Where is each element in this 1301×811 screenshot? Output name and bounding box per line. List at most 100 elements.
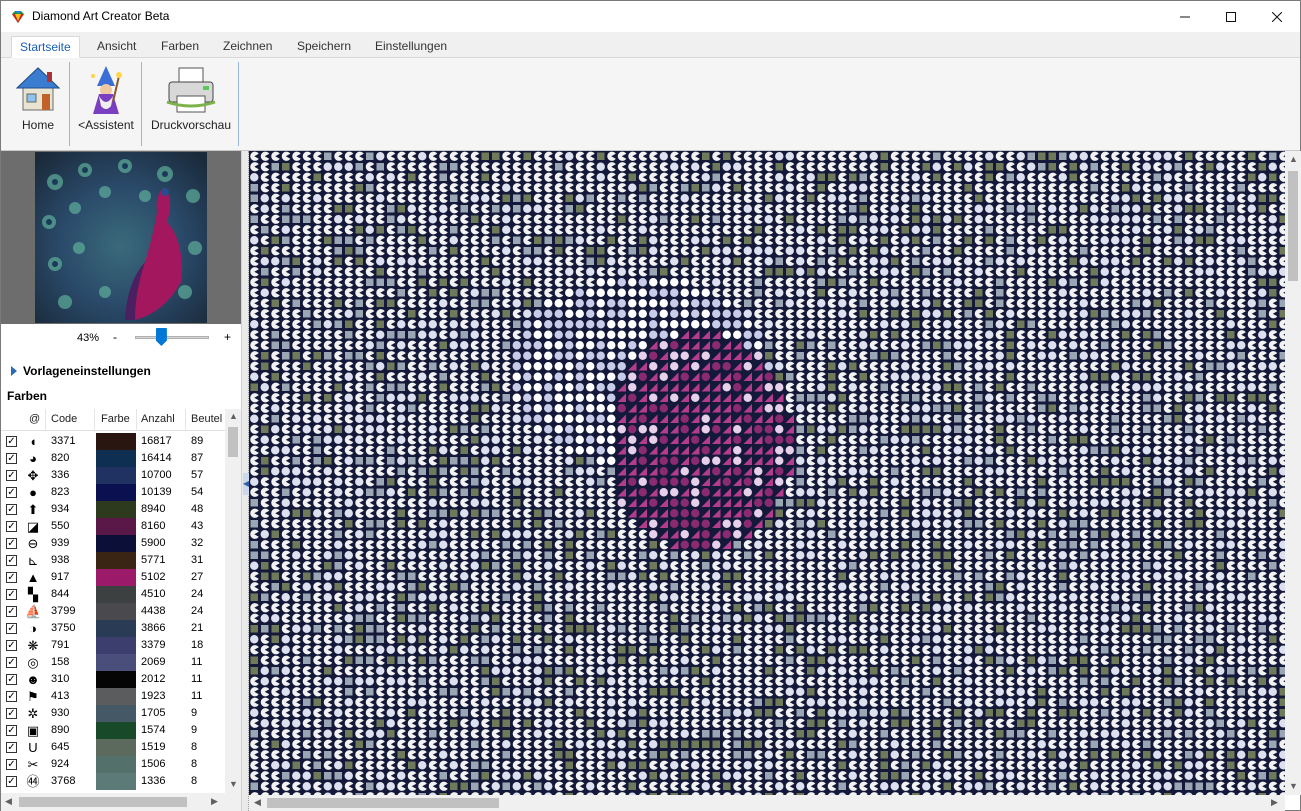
minimize-button[interactable] xyxy=(1162,1,1208,32)
row-checkbox[interactable]: ✓ xyxy=(6,640,17,651)
table-horizontal-scrollbar[interactable]: ◀ ▶ xyxy=(1,793,241,811)
col-code[interactable]: Code xyxy=(51,413,77,425)
panel-splitter[interactable]: ◀ xyxy=(241,151,249,811)
row-checkbox[interactable]: ✓ xyxy=(6,776,17,787)
row-checkbox[interactable]: ✓ xyxy=(6,759,17,770)
print-preview-button[interactable]: Druckvorschau xyxy=(147,62,235,148)
table-row[interactable]: ✓ ⊖ 939 5900 32 xyxy=(1,535,225,552)
table-row[interactable]: ✓ ⬆ 934 8940 48 xyxy=(1,501,225,518)
row-checkbox[interactable]: ✓ xyxy=(6,708,17,719)
ribbon-separator xyxy=(69,62,70,146)
diamond-pattern-grid[interactable] xyxy=(249,151,1285,795)
maximize-button[interactable] xyxy=(1208,1,1254,32)
table-row[interactable]: ✓ ◎ 158 2069 11 xyxy=(1,654,225,671)
row-color-swatch xyxy=(96,705,136,722)
vorlageneinstellungen-toggle[interactable]: Vorlageneinstellungen xyxy=(11,364,151,378)
table-row[interactable]: ✓ ✲ 930 1705 9 xyxy=(1,705,225,722)
row-checkbox[interactable]: ✓ xyxy=(6,538,17,549)
scroll-left-arrow-icon[interactable]: ◀ xyxy=(5,796,12,807)
row-code: 820 xyxy=(51,452,70,464)
table-header: @ Code Farbe Anzahl Beutel xyxy=(1,409,225,431)
table-row[interactable]: ✓ ㊹ 3768 1336 8 xyxy=(1,773,225,790)
table-row[interactable]: ✓ U 645 1519 8 xyxy=(1,739,225,756)
zoom-control: 43% - + xyxy=(1,327,241,349)
zoom-in-button[interactable]: + xyxy=(224,330,231,344)
scroll-up-arrow-icon[interactable]: ▲ xyxy=(1289,154,1298,164)
row-color-swatch xyxy=(96,637,136,654)
pattern-canvas[interactable] xyxy=(249,151,1285,795)
zoom-out-button[interactable]: - xyxy=(113,330,117,344)
row-checkbox[interactable]: ✓ xyxy=(6,742,17,753)
table-row[interactable]: ✓ ● 823 10139 54 xyxy=(1,484,225,501)
row-symbol: ◕ xyxy=(29,451,37,466)
row-bags: 89 xyxy=(191,435,204,447)
row-count: 2012 xyxy=(141,673,166,685)
table-row[interactable]: ✓ ☻ 310 2012 11 xyxy=(1,671,225,688)
row-checkbox[interactable]: ✓ xyxy=(6,521,17,532)
assistant-button[interactable]: <Assistent xyxy=(75,62,137,148)
home-button[interactable]: Home xyxy=(9,62,67,148)
left-panel: 43% - + Vorlageneinstellungen Farben @ C… xyxy=(1,151,241,811)
scroll-down-arrow-icon[interactable]: ▼ xyxy=(1289,781,1298,791)
col-color[interactable]: Farbe xyxy=(101,413,130,425)
scrollbar-thumb[interactable] xyxy=(19,797,187,807)
table-row[interactable]: ✓ ◪ 550 8160 43 xyxy=(1,518,225,535)
row-checkbox[interactable]: ✓ xyxy=(6,436,17,447)
row-checkbox[interactable]: ✓ xyxy=(6,691,17,702)
row-code: 310 xyxy=(51,673,70,685)
canvas-horizontal-scrollbar[interactable]: ◀ ▶ xyxy=(249,795,1285,811)
col-symbol[interactable]: @ xyxy=(29,413,40,425)
table-row[interactable]: ✓ ◕ 820 16414 87 xyxy=(1,450,225,467)
row-checkbox[interactable]: ✓ xyxy=(6,572,17,583)
scrollbar-thumb[interactable] xyxy=(228,427,238,457)
table-row[interactable]: ✓ ▲ 917 5102 27 xyxy=(1,569,225,586)
table-row[interactable]: ✓ ◑ 3750 3866 21 xyxy=(1,620,225,637)
row-bags: 48 xyxy=(191,503,204,515)
table-row[interactable]: ✓ ❋ 791 3379 18 xyxy=(1,637,225,654)
zoom-slider-thumb[interactable] xyxy=(155,328,167,346)
row-checkbox[interactable]: ✓ xyxy=(6,657,17,668)
tab-startseite[interactable]: Startseite xyxy=(11,36,80,58)
zoom-percent: 43% xyxy=(77,332,100,344)
row-count: 1705 xyxy=(141,707,166,719)
row-checkbox[interactable]: ✓ xyxy=(6,453,17,464)
row-checkbox[interactable]: ✓ xyxy=(6,470,17,481)
scroll-right-arrow-icon[interactable]: ▶ xyxy=(211,796,218,807)
table-vertical-scrollbar[interactable]: ▲ ▼ xyxy=(225,409,241,793)
row-bags: 57 xyxy=(191,469,204,481)
table-row[interactable]: ✓ ⛵ 3799 4438 24 xyxy=(1,603,225,620)
close-button[interactable] xyxy=(1254,1,1300,32)
scroll-down-arrow-icon[interactable]: ▼ xyxy=(229,779,238,789)
row-checkbox[interactable]: ✓ xyxy=(6,725,17,736)
scrollbar-thumb[interactable] xyxy=(1288,171,1298,281)
row-checkbox[interactable]: ✓ xyxy=(6,504,17,515)
row-checkbox[interactable]: ✓ xyxy=(6,623,17,634)
tab-zeichnen[interactable]: Zeichnen xyxy=(215,36,280,58)
row-checkbox[interactable]: ✓ xyxy=(6,606,17,617)
tab-speichern[interactable]: Speichern xyxy=(289,36,359,58)
scrollbar-thumb[interactable] xyxy=(267,798,499,808)
row-code: 924 xyxy=(51,758,70,770)
table-row[interactable]: ✓ ✂ 924 1506 8 xyxy=(1,756,225,773)
table-row[interactable]: ✓ ⚑ 413 1923 11 xyxy=(1,688,225,705)
row-checkbox[interactable]: ✓ xyxy=(6,674,17,685)
table-row[interactable]: ✓ ⊾ 938 5771 31 xyxy=(1,552,225,569)
col-count[interactable]: Anzahl xyxy=(141,413,175,425)
col-bags[interactable]: Beutel xyxy=(191,413,222,425)
row-checkbox[interactable]: ✓ xyxy=(6,555,17,566)
table-row[interactable]: ✓ ◖ 3371 16817 89 xyxy=(1,433,225,450)
scroll-right-arrow-icon[interactable]: ▶ xyxy=(1271,797,1278,808)
tab-einstellungen[interactable]: Einstellungen xyxy=(367,36,455,58)
row-checkbox[interactable]: ✓ xyxy=(6,487,17,498)
row-checkbox[interactable]: ✓ xyxy=(6,589,17,600)
canvas-vertical-scrollbar[interactable]: ▲ ▼ xyxy=(1285,151,1301,795)
scroll-left-arrow-icon[interactable]: ◀ xyxy=(254,797,261,808)
table-row[interactable]: ✓ ▣ 890 1574 9 xyxy=(1,722,225,739)
row-color-swatch xyxy=(96,773,136,790)
scroll-up-arrow-icon[interactable]: ▲ xyxy=(229,411,238,421)
table-row[interactable]: ✓ ✥ 336 10700 57 xyxy=(1,467,225,484)
zoom-slider[interactable] xyxy=(135,336,209,339)
tab-farben[interactable]: Farben xyxy=(153,36,207,58)
table-row[interactable]: ✓ ▚ 844 4510 24 xyxy=(1,586,225,603)
tab-ansicht[interactable]: Ansicht xyxy=(89,36,144,58)
